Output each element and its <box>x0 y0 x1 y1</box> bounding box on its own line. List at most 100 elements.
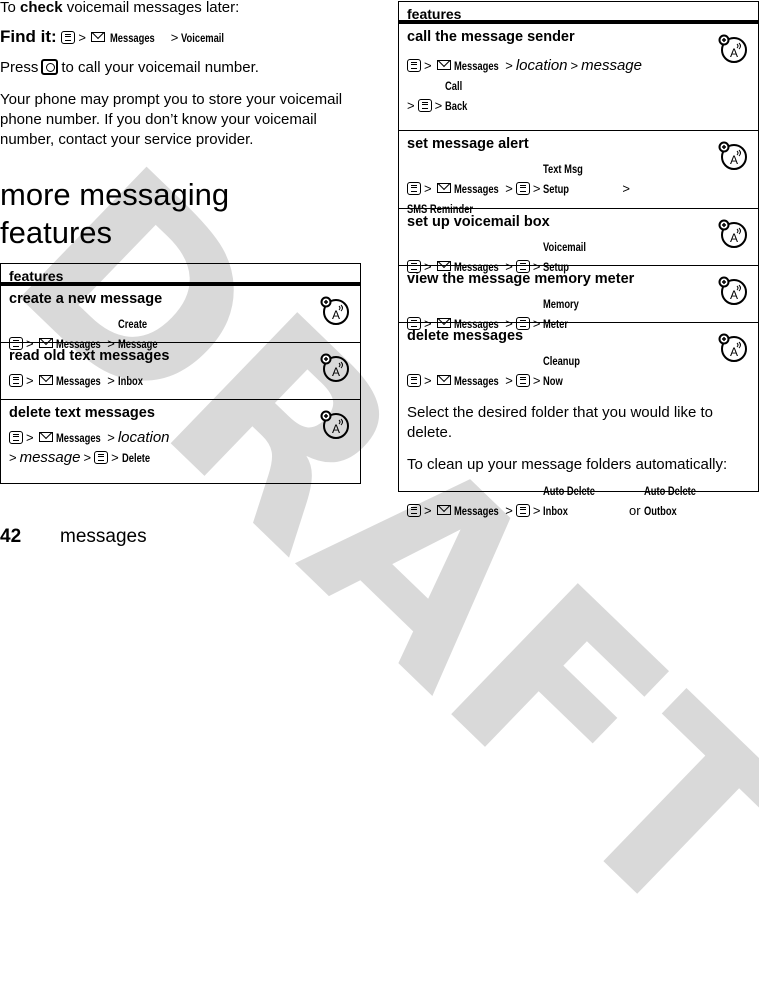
path-messages: Messages <box>56 431 101 445</box>
menu-key-icon <box>407 504 421 517</box>
separator: > <box>505 58 513 73</box>
row-note: Select the desired folder that you would… <box>407 404 714 441</box>
row-path: > Messages > >Cleanup Now <box>407 351 750 391</box>
separator: > <box>170 30 179 45</box>
prompt-paragraph: Your phone may prompt you to store your … <box>0 91 343 148</box>
text: Press <box>0 59 39 76</box>
separator: > <box>107 373 115 388</box>
separator: > <box>434 98 443 113</box>
row-title: set up voicemail box <box>407 214 550 230</box>
network-feature-icon: A <box>718 219 747 248</box>
network-feature-icon: A <box>320 410 349 439</box>
table-row[interactable]: create a new message > Messages >Create M… <box>1 286 360 351</box>
section-title: more messaging features <box>0 176 229 252</box>
row-title: delete messages <box>407 328 524 344</box>
path-messages: Messages <box>109 31 155 45</box>
table-row[interactable]: call the message sender > Messages > locat… <box>399 24 758 131</box>
separator: > <box>532 373 541 388</box>
separator: > <box>532 181 541 196</box>
page-number: 42 <box>0 526 22 547</box>
path-destination: Cleanup Now <box>543 354 581 388</box>
separator: > <box>83 450 92 465</box>
check-bold: check <box>20 0 63 16</box>
svg-text:A: A <box>730 46 738 60</box>
svg-text:A: A <box>332 308 340 322</box>
menu-key-icon <box>417 99 432 112</box>
separator: > <box>26 430 34 445</box>
separator: > <box>78 30 86 45</box>
svg-text:A: A <box>332 365 340 379</box>
row-title: delete text messages <box>9 405 155 421</box>
svg-text:A: A <box>730 345 738 359</box>
table-header: features <box>1 264 360 286</box>
path-location: location <box>515 57 568 74</box>
path-submenu: Text Msg Setup <box>543 162 584 196</box>
separator: > <box>26 373 34 388</box>
separator: > <box>505 181 513 196</box>
table-header: features <box>399 2 758 24</box>
table-row[interactable]: delete text messages > Messages > location… <box>1 400 360 478</box>
separator: > <box>622 181 630 196</box>
envelope-icon <box>436 183 451 193</box>
row-title: set message alert <box>407 136 529 152</box>
press-instruction: Press to call your voicemail number. <box>0 58 259 78</box>
row-path: > Messages > location > message > > Delete <box>9 428 352 468</box>
find-it-path: Find it: > Messages > Voicemail <box>0 27 231 47</box>
svg-text:A: A <box>730 231 738 245</box>
separator: > <box>407 98 415 113</box>
menu-key-icon <box>515 504 530 517</box>
table-row[interactable]: read old text messages > Messages > Inbox … <box>1 343 360 400</box>
menu-key-icon <box>94 451 109 464</box>
row-note: To clean up your message folders automat… <box>407 456 728 473</box>
separator: > <box>505 503 513 518</box>
path-messages: Messages <box>454 59 499 73</box>
features-table-left: features create a new message > Messages… <box>0 263 361 484</box>
envelope-icon <box>38 432 53 442</box>
network-feature-icon: A <box>718 34 747 63</box>
path-messages: Messages <box>454 182 499 196</box>
separator: > <box>424 503 432 518</box>
svg-text:A: A <box>730 288 738 302</box>
table-row[interactable]: delete messages > Messages > >Cleanup Now … <box>399 323 758 518</box>
menu-key-icon <box>61 31 76 44</box>
path-destination: Inbox <box>117 374 143 388</box>
svg-text:A: A <box>332 422 340 436</box>
path-messages: Messages <box>454 504 499 518</box>
separator: > <box>505 373 513 388</box>
envelope-icon <box>38 375 53 385</box>
features-table-right: features call the message sender > Messa… <box>398 1 759 518</box>
row-title: create a new message <box>9 291 163 307</box>
separator: > <box>424 373 432 388</box>
menu-key-icon <box>9 431 23 444</box>
table-row[interactable]: view the message memory meter > Messages… <box>399 266 758 331</box>
menu-key-icon <box>9 374 23 387</box>
separator: > <box>9 450 17 465</box>
network-feature-icon: A <box>320 353 349 382</box>
path-location: location <box>117 429 170 446</box>
menu-key-icon <box>407 59 421 72</box>
path-messages: Messages <box>454 374 499 388</box>
row-title: read old text messages <box>9 348 170 364</box>
menu-key-icon <box>407 182 421 195</box>
row-path: > Messages > Inbox <box>9 371 352 391</box>
path-destination: Call Back <box>445 79 468 113</box>
text: voicemail messages later: <box>62 0 240 16</box>
path-messages: Messages <box>56 374 101 388</box>
separator: > <box>424 58 432 73</box>
section-title-line: features <box>0 215 113 250</box>
section-title-line: more messaging <box>0 177 230 212</box>
separator: > <box>570 58 579 73</box>
network-feature-icon: A <box>718 276 747 305</box>
voicemail-key-icon <box>41 59 59 75</box>
network-feature-icon: A <box>320 296 349 325</box>
table-row[interactable]: set up voicemail box > Messages > >Voicema… <box>399 209 758 274</box>
text: To <box>0 0 21 16</box>
envelope-icon <box>436 375 451 385</box>
path-destination: Delete <box>121 451 150 465</box>
separator: > <box>111 450 119 465</box>
separator: > <box>107 430 115 445</box>
table-row[interactable]: set message alert > Messages > >Text Msg S… <box>399 131 758 216</box>
page-section: messages <box>60 526 147 547</box>
envelope-icon <box>436 60 451 70</box>
menu-key-icon <box>407 374 421 387</box>
